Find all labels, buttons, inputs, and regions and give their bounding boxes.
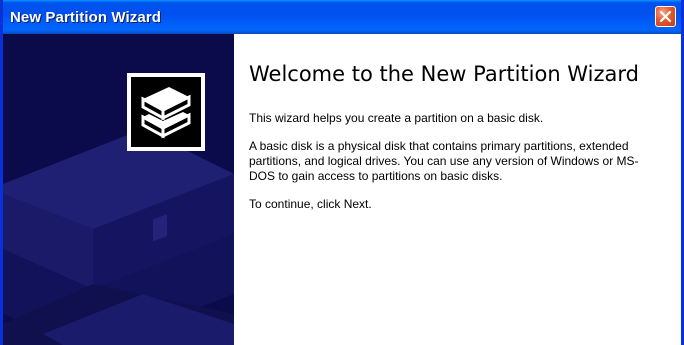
intro-paragraph: This wizard helps you create a partition… [249,111,544,125]
continue-paragraph: To continue, click Next. [249,197,372,211]
wizard-side-banner [3,34,234,345]
wizard-heading: Welcome to the New Partition Wizard [249,62,639,86]
disks-icon [127,73,205,151]
window-title: New Partition Wizard [10,8,162,26]
basic-disk-paragraph: A basic disk is a physical disk that con… [249,139,639,183]
wizard-body: Welcome to the New Partition Wizard This… [3,34,681,345]
title-bar[interactable]: New Partition Wizard [3,0,681,34]
close-button[interactable] [655,6,676,27]
close-icon [659,10,672,23]
wizard-window: New Partition Wizard Welcome to the New … [0,0,684,345]
wizard-main-panel: Welcome to the New Partition Wizard This… [234,34,681,345]
